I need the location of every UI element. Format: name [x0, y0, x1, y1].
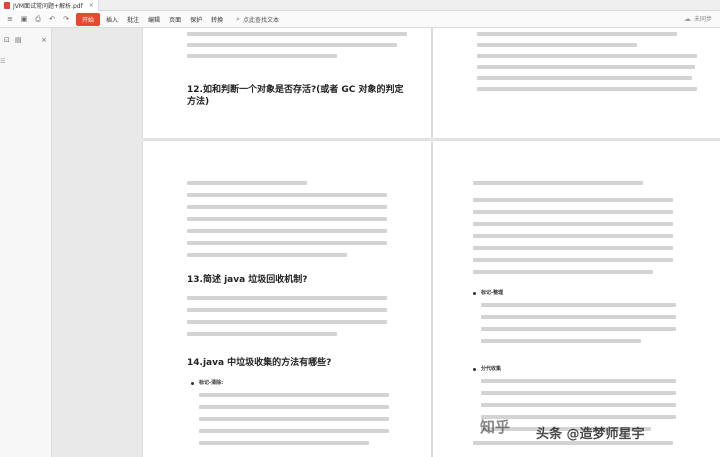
- menu-edit[interactable]: 编辑: [148, 15, 160, 24]
- page-top-left: 12.如和判断一个对象是否存活?(或者 GC 对象的判定方法): [143, 28, 431, 138]
- text-line: [187, 32, 407, 36]
- close-tab-icon[interactable]: ×: [89, 2, 94, 9]
- save-icon[interactable]: ▣: [20, 15, 28, 23]
- collapse-panel-icon[interactable]: ×: [41, 36, 47, 44]
- text-line: [187, 308, 387, 312]
- start-tab-button[interactable]: 开始: [76, 12, 101, 26]
- text-line: [187, 205, 387, 209]
- text-line: [473, 210, 673, 214]
- text-line: [187, 193, 387, 197]
- text-line: [477, 43, 637, 47]
- menu-bar: ≡ ▣ ⎙ ↶ ↷ 开始 插入 批注 编辑 页面 保护 转换 ⌕ 点此查找文本 …: [0, 11, 720, 28]
- text-line: [187, 241, 387, 245]
- zhihu-watermark: 知乎: [480, 418, 511, 436]
- page-bottom-left: 13.简述 java 垃圾回收机制? 14.java 中垃圾收集的方法有哪些? …: [143, 141, 431, 457]
- text-line: [187, 217, 387, 221]
- list-title-mark-compact: 标记-整理: [481, 290, 504, 296]
- search-icon: ⌕: [236, 14, 241, 23]
- menu-protect[interactable]: 保护: [190, 15, 202, 24]
- hamburger-menu-icon[interactable]: ≡: [6, 15, 14, 23]
- text-line: [199, 441, 369, 445]
- text-line: [187, 181, 307, 185]
- text-line: [477, 65, 695, 69]
- text-line: [477, 87, 697, 91]
- print-icon[interactable]: ⎙: [34, 15, 42, 23]
- document-tab-title: JVM面试常问题+解析.pdf: [13, 2, 83, 10]
- text-line: [187, 320, 387, 324]
- menu-page[interactable]: 页面: [169, 15, 181, 24]
- bookmark-icon[interactable]: ⊡: [4, 36, 10, 44]
- text-line: [481, 391, 676, 395]
- list-title-mark-sweep: 标记-清除:: [199, 380, 224, 386]
- left-sidebar: ⊡ ▤ × ☰: [0, 28, 52, 457]
- thumbnail-icon[interactable]: ▤: [15, 36, 22, 44]
- text-line: [473, 198, 673, 202]
- text-line: [473, 222, 673, 226]
- text-line: [187, 253, 347, 257]
- text-line: [473, 181, 643, 185]
- text-line: [199, 393, 389, 397]
- text-line: [199, 405, 389, 409]
- text-line: [473, 234, 673, 238]
- search-box[interactable]: ⌕ 点此查找文本: [236, 15, 279, 24]
- document-tab[interactable]: JVM面试常问题+解析.pdf ×: [0, 0, 99, 11]
- heading-14: 14.java 中垃圾收集的方法有哪些?: [187, 358, 332, 368]
- title-bar: JVM面试常问题+解析.pdf ×: [0, 0, 720, 11]
- menu-convert[interactable]: 转换: [211, 15, 223, 24]
- text-line: [477, 32, 677, 36]
- cloud-icon: ☁: [683, 14, 691, 23]
- toutiao-watermark: 头条 @造梦师星宇: [536, 427, 645, 442]
- menu-annotate[interactable]: 批注: [127, 15, 139, 24]
- redo-icon[interactable]: ↷: [62, 15, 70, 23]
- menu-insert[interactable]: 插入: [106, 15, 118, 24]
- text-line: [481, 315, 676, 319]
- text-line: [187, 229, 387, 233]
- text-line: [187, 332, 337, 336]
- text-line: [481, 403, 676, 407]
- text-line: [481, 379, 676, 383]
- sync-status[interactable]: ☁ 未同步: [683, 14, 712, 24]
- text-line: [481, 339, 641, 343]
- page-top-right: [433, 28, 720, 138]
- text-line: [473, 270, 653, 274]
- text-line: [187, 43, 397, 47]
- text-line: [473, 246, 673, 250]
- list-title-generational: 分代收集: [481, 366, 502, 372]
- heading-13: 13.简述 java 垃圾回收机制?: [187, 275, 308, 285]
- text-line: [481, 327, 676, 331]
- bullet: [191, 382, 194, 385]
- text-line: [477, 76, 692, 80]
- text-line: [187, 296, 387, 300]
- text-line: [187, 54, 337, 58]
- sync-status-text: 未同步: [693, 16, 712, 23]
- outline-icon[interactable]: ☰: [0, 58, 5, 65]
- watermark: 知乎 头条 @造梦师星宇: [480, 416, 712, 442]
- heading-12: 12.如和判断一个对象是否存活?(或者 GC 对象的判定方法): [187, 85, 404, 107]
- undo-icon[interactable]: ↶: [48, 15, 56, 23]
- text-line: [199, 429, 389, 433]
- bullet: [473, 368, 476, 371]
- page-bottom-right: 标记-整理 分代收集: [433, 141, 720, 457]
- search-placeholder: 点此查找文本: [243, 16, 280, 24]
- text-line: [481, 303, 676, 307]
- document-view[interactable]: 12.如和判断一个对象是否存活?(或者 GC 对象的判定方法) 13.简述 ja…: [52, 28, 720, 457]
- text-line: [477, 54, 697, 58]
- pdf-file-icon: [4, 1, 10, 9]
- text-line: [199, 417, 389, 421]
- text-line: [473, 258, 673, 262]
- bullet: [473, 292, 476, 295]
